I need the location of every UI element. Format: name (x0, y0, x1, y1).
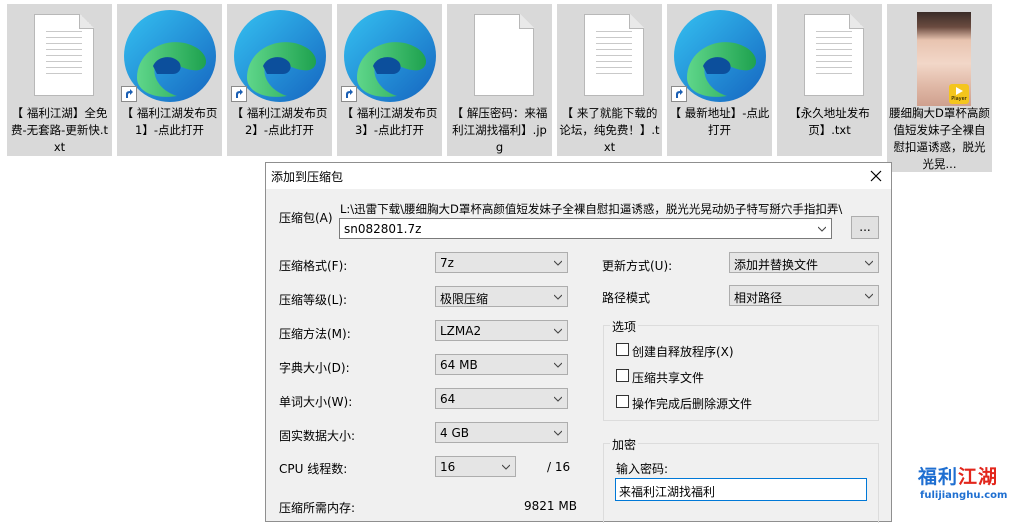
archive-name-combobox[interactable]: sn082801.7z (339, 218, 832, 239)
level-select[interactable]: 极限压缩 (435, 286, 568, 307)
file-name: 腰细胸大D罩杯高颜值短发妹子全裸自慰扣逼诱惑，脱光光晃... (889, 106, 990, 171)
dict-select[interactable]: 64 MB (435, 354, 568, 375)
dict-label: 字典大小(D): (279, 361, 350, 375)
method-select[interactable]: LZMA2 (435, 320, 568, 341)
sfx-checkbox[interactable] (616, 343, 629, 356)
file-tile[interactable]: 【 最新地址】-点此打开 (667, 4, 772, 156)
archive-path: L:\迅雷下载\腰细胸大D罩杯高颜值短发妹子全裸自慰扣逼诱惑，脱光光晃动奶子特写… (340, 202, 843, 216)
chevron-down-icon (554, 430, 562, 436)
file-tile[interactable]: 【 来了就能下载的论坛，纯免费！】.txt (557, 4, 662, 156)
edge-browser-icon (117, 8, 222, 104)
dialog-title: 添加到压缩包 (271, 170, 344, 184)
shortcut-arrow-icon (231, 86, 247, 102)
file-tile[interactable]: 【 福利江湖发布页2】-点此打开 (227, 4, 332, 156)
watermark-title-b: 江湖 (958, 466, 999, 488)
text-file-icon (7, 8, 112, 104)
add-to-archive-dialog: 添加到压缩包 压缩包(A) L:\迅雷下载\腰细胸大D罩杯高颜值短发妹子全裸自慰… (265, 162, 892, 523)
level-value: 极限压缩 (440, 292, 489, 306)
chevron-down-icon (865, 293, 873, 299)
text-file-icon (777, 8, 882, 104)
chevron-down-icon (554, 328, 562, 334)
file-tile[interactable]: 【 解压密码：来福利江湖找福利】.jpg (447, 4, 552, 156)
path-label: 路径模式 (602, 291, 651, 305)
watermark-url: fulijianghu.com (920, 490, 1008, 501)
method-label: 压缩方法(M): (279, 327, 351, 341)
chevron-down-icon (865, 260, 873, 266)
file-name: 【 来了就能下载的论坛，纯免费！】.txt (559, 106, 660, 154)
delete-source-checkbox[interactable] (616, 395, 629, 408)
shortcut-arrow-icon (121, 86, 137, 102)
edge-browser-icon (667, 8, 772, 104)
archive-label: 压缩包(A) (279, 211, 333, 225)
password-label: 输入密码: (616, 462, 669, 476)
file-name: 【 福利江湖】全免费-无套路-更新快.txt (11, 106, 108, 154)
password-value: 来福利江湖找福利 (619, 485, 716, 499)
method-value: LZMA2 (440, 324, 482, 338)
memory-label: 压缩所需内存: (279, 501, 356, 515)
video-thumbnail: Player (887, 8, 992, 106)
archive-name-value: sn082801.7z (344, 222, 422, 236)
chevron-down-icon (554, 396, 562, 402)
format-select[interactable]: 7z (435, 252, 568, 273)
format-label: 压缩格式(F): (279, 259, 348, 273)
close-button[interactable] (861, 163, 891, 189)
dialog-titlebar: 添加到压缩包 (266, 163, 891, 189)
file-tile[interactable]: Player 腰细胸大D罩杯高颜值短发妹子全裸自慰扣逼诱惑，脱光光晃... (887, 4, 992, 172)
file-tile[interactable]: 【 福利江湖发布页3】-点此打开 (337, 4, 442, 156)
file-name: 【 福利江湖发布页2】-点此打开 (231, 106, 328, 137)
watermark-title-a: 福利 (918, 466, 959, 488)
encryption-title: 加密 (610, 436, 639, 453)
shared-label: 压缩共享文件 (632, 371, 705, 385)
memory-value: 9821 MB (524, 499, 577, 513)
chevron-down-icon (502, 464, 510, 470)
watermark-title: 福利江湖 (918, 462, 998, 489)
options-title: 选项 (610, 318, 639, 335)
file-name: 【 福利江湖发布页3】-点此打开 (341, 106, 438, 137)
word-value: 64 (440, 392, 456, 406)
file-name: 【 福利江湖发布页1】-点此打开 (121, 106, 218, 137)
shared-checkbox[interactable] (616, 369, 629, 382)
threads-select[interactable]: 16 (435, 456, 516, 477)
file-name: 【 解压密码：来福利江湖找福利】.jpg (451, 106, 548, 154)
path-value: 相对路径 (734, 291, 783, 305)
site-watermark-logo: 福利江湖 fulijianghu.com (918, 462, 1014, 512)
browse-button[interactable]: ... (851, 216, 879, 239)
update-select[interactable]: 添加并替换文件 (729, 252, 879, 273)
word-select[interactable]: 64 (435, 388, 568, 409)
chevron-down-icon (818, 226, 826, 232)
file-name: 【永久地址发布页】.txt (789, 106, 870, 137)
update-value: 添加并替换文件 (734, 258, 819, 272)
file-name: 【 最新地址】-点此打开 (669, 106, 770, 137)
shortcut-arrow-icon (671, 86, 687, 102)
threads-total: / 16 (547, 460, 571, 474)
chevron-down-icon (554, 362, 562, 368)
edge-browser-icon (227, 8, 332, 104)
solid-value: 4 GB (440, 426, 469, 440)
player-badge-icon: Player (949, 84, 969, 104)
text-file-icon (557, 8, 662, 104)
close-icon (870, 170, 882, 182)
thumbnail-image: Player (917, 12, 971, 106)
chevron-down-icon (554, 294, 562, 300)
image-file-icon (447, 8, 552, 104)
word-label: 单词大小(W): (279, 395, 353, 409)
chevron-down-icon (554, 260, 562, 266)
threads-label: CPU 线程数: (279, 462, 348, 476)
threads-value: 16 (440, 460, 456, 474)
dict-value: 64 MB (440, 358, 478, 372)
edge-browser-icon (337, 8, 442, 104)
password-input[interactable]: 来福利江湖找福利 (615, 478, 867, 501)
delete-source-label: 操作完成后删除源文件 (632, 397, 753, 411)
file-tile[interactable]: 【 福利江湖】全免费-无套路-更新快.txt (7, 4, 112, 156)
solid-label: 固实数据大小: (279, 429, 356, 443)
update-label: 更新方式(U): (602, 259, 673, 273)
file-tile[interactable]: 【永久地址发布页】.txt (777, 4, 882, 156)
solid-select[interactable]: 4 GB (435, 422, 568, 443)
sfx-label: 创建自释放程序(X) (632, 345, 734, 359)
path-select[interactable]: 相对路径 (729, 285, 879, 306)
level-label: 压缩等级(L): (279, 293, 348, 307)
format-value: 7z (440, 256, 454, 270)
file-tile[interactable]: 【 福利江湖发布页1】-点此打开 (117, 4, 222, 156)
shortcut-arrow-icon (341, 86, 357, 102)
